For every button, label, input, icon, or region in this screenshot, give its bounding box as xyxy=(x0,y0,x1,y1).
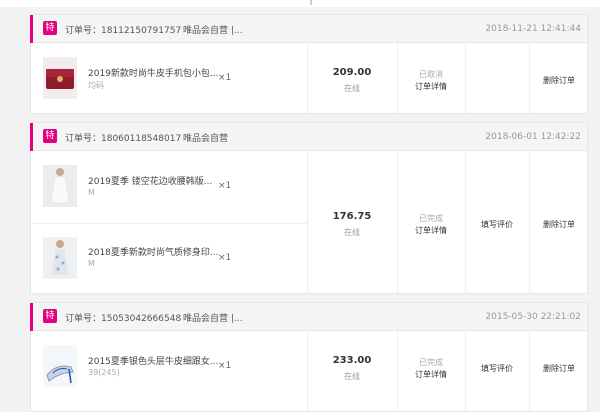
product-name[interactable]: 2015夏季银色头层牛皮细跟女... xyxy=(88,354,219,367)
order-header: 特 订单号：18060118548017 唯品会自营 2018-06-01 12… xyxy=(30,123,587,151)
store-name[interactable]: 唯品会自营 xyxy=(183,131,228,144)
divider xyxy=(465,43,466,113)
order-time: 2018-06-01 12:42:22 xyxy=(485,132,581,142)
order-price: 209.00 xyxy=(332,67,372,78)
product-qty: ×1 xyxy=(218,181,232,191)
product-attr: M xyxy=(88,259,95,268)
product-attr: 39(245) xyxy=(88,368,120,377)
divider xyxy=(307,43,308,113)
order-price: 176.75 xyxy=(332,211,372,222)
order-card: 特 订单号：18112150791757 唯品会自营 |... 2018-11-… xyxy=(30,14,588,114)
product-thumbnail-print-dress[interactable] xyxy=(43,237,77,279)
order-status: 已完成 xyxy=(419,214,443,223)
special-badge: 特 xyxy=(43,309,57,323)
pay-method: 在线 xyxy=(344,84,360,93)
order-number: 订单号：15053042666548 xyxy=(65,314,182,324)
pay-method: 在线 xyxy=(344,228,360,237)
store-name[interactable]: 唯品会自营 |... xyxy=(183,23,242,36)
special-badge: 特 xyxy=(43,129,57,143)
order-detail-link[interactable]: 订单详情 xyxy=(397,369,465,380)
product-name[interactable]: 2018夏季新款时尚气质修身印... xyxy=(88,245,219,258)
write-review-button[interactable]: 填写评价 xyxy=(465,219,529,230)
divider xyxy=(310,0,312,5)
product-thumbnail-white-dress[interactable] xyxy=(43,165,77,207)
order-detail-link[interactable]: 订单详情 xyxy=(397,225,465,236)
top-bar xyxy=(0,0,600,7)
special-badge: 特 xyxy=(43,21,57,35)
store-name[interactable]: 唯品会自营 |... xyxy=(183,311,242,324)
order-card: 特 订单号：15053042666548 唯品会自营 |... 2015-05-… xyxy=(30,302,588,412)
product-thumbnail-red-bag[interactable] xyxy=(43,57,77,99)
product-attr: 均码 xyxy=(88,81,104,90)
product-qty: ×1 xyxy=(218,253,232,263)
delete-order-button[interactable]: 删除订单 xyxy=(529,75,589,86)
pay-method: 在线 xyxy=(344,372,360,381)
order-status: 已完成 xyxy=(419,358,443,367)
product-attr: M xyxy=(88,188,95,197)
order-number: 订单号：18060118548017 xyxy=(65,134,182,144)
order-detail-link[interactable]: 订单详情 xyxy=(397,81,465,92)
order-number: 订单号：18112150791757 xyxy=(65,26,182,36)
divider xyxy=(307,151,308,293)
delete-order-button[interactable]: 删除订单 xyxy=(529,363,589,374)
order-card: 特 订单号：18060118548017 唯品会自营 2018-06-01 12… xyxy=(30,122,588,294)
item-divider xyxy=(31,223,307,224)
product-qty: ×1 xyxy=(218,361,232,371)
product-name[interactable]: 2019夏季 镂空花边收腰韩版... xyxy=(88,174,212,187)
delete-order-button[interactable]: 删除订单 xyxy=(529,219,589,230)
order-time: 2018-11-21 12:41:44 xyxy=(485,24,581,34)
order-status: 已取消 xyxy=(419,70,443,79)
write-review-button[interactable]: 填写评价 xyxy=(465,363,529,374)
product-name[interactable]: 2019新款时尚牛皮手机包小包... xyxy=(88,66,219,79)
order-header: 特 订单号：18112150791757 唯品会自营 |... 2018-11-… xyxy=(30,15,587,43)
order-price: 233.00 xyxy=(332,355,372,366)
order-header: 特 订单号：15053042666548 唯品会自营 |... 2015-05-… xyxy=(30,303,587,331)
product-thumbnail-silver-sandal[interactable] xyxy=(43,345,77,387)
product-qty: ×1 xyxy=(218,73,232,83)
order-time: 2015-05-30 22:21:02 xyxy=(485,312,581,322)
